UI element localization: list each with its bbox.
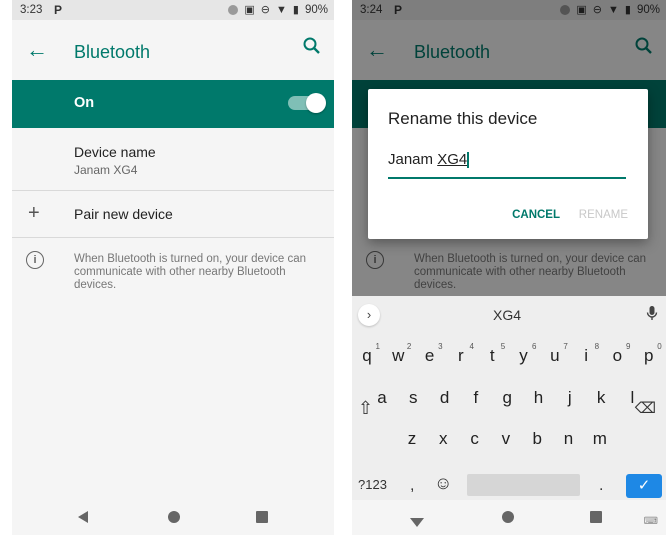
keyboard-switch-icon[interactable]: ⌨ [644,516,658,527]
battery-icon: ▮ [292,4,299,16]
mic-icon[interactable] [646,305,658,324]
nav-hide-keyboard-icon[interactable] [410,518,424,527]
wifi-icon: ▼ [276,3,287,16]
device-name-item[interactable]: Device name Janam XG4 [12,128,334,190]
chevron-right-icon[interactable]: › [358,304,380,326]
app-bar: ← Bluetooth [12,20,334,80]
search-icon[interactable] [302,36,322,61]
key-d[interactable]: d [430,388,460,408]
status-time: 3:23 [20,4,43,16]
key-m[interactable]: m [585,429,615,449]
info-item: i When Bluetooth is turned on, your devi… [12,238,334,298]
device-name-input[interactable]: Janam XG4 [388,151,626,179]
left-screen: 3:23 P ▣ ⊖ ▼ ▮ 90% ← Bluetooth On Device… [12,0,334,535]
enter-check-icon[interactable]: ✓ [626,474,662,498]
key-q[interactable]: q1 [352,342,382,366]
key-y[interactable]: y6 [509,342,539,366]
vibrate-icon: ▣ [244,4,255,16]
key-e[interactable]: e3 [415,342,445,366]
dnd-icon: ⊖ [260,4,271,16]
cancel-button[interactable]: CANCEL [512,209,560,221]
back-arrow-icon[interactable]: ← [26,37,48,63]
key-hint: 8 [594,342,600,351]
toggle-knob [306,93,326,113]
key-hint: 5 [500,342,506,351]
suggestion-strip: › XG4 [352,296,666,336]
text-caret [467,152,469,169]
input-text-prefix: Janam [388,151,438,168]
info-icon: i [26,251,44,269]
key-w[interactable]: w2 [383,342,413,366]
key-k[interactable]: k [586,388,616,408]
bluetooth-on-label: On [74,95,95,111]
nav-back-icon[interactable] [78,511,88,523]
key-r[interactable]: r4 [446,342,476,366]
nav-bar [12,500,334,535]
comma-key[interactable]: , [410,477,414,495]
key-o[interactable]: o9 [602,342,632,366]
device-name-value: Janam XG4 [74,163,138,177]
backspace-icon[interactable]: ⌫ [635,399,656,417]
battery-percent: 90% [304,3,328,16]
bluetooth-on-row[interactable]: On [12,80,334,128]
key-h[interactable]: h [524,388,554,408]
key-b[interactable]: b [522,429,552,449]
key-z[interactable]: z [397,429,427,449]
key-t[interactable]: t5 [477,342,507,366]
key-hint: 6 [532,342,537,351]
pair-new-device-label: Pair new device [74,206,173,222]
key-hint: 0 [657,342,662,351]
key-n[interactable]: n [554,429,584,449]
emoji-icon[interactable]: ☺ [434,473,452,494]
input-text-underlined: XG4 [437,151,468,168]
nav-recents-icon[interactable] [590,511,602,523]
rename-dialog: Rename this device Janam XG4 CANCEL RENA… [368,89,648,239]
nav-home-icon[interactable] [502,511,514,523]
keyboard: › XG4 q1w2e3r4t5y6u7i8o9p0 asdfghjkl zxc… [352,296,666,500]
suggestion-word[interactable]: XG4 [493,307,521,323]
key-p[interactable]: p0 [634,342,664,366]
symbols-key[interactable]: ?123 [358,477,387,492]
key-f[interactable]: f [461,388,491,408]
key-s[interactable]: s [398,388,428,408]
status-bar: 3:23 P ▣ ⊖ ▼ ▮ 90% [12,0,334,20]
key-c[interactable]: c [460,429,490,449]
key-g[interactable]: g [492,388,522,408]
key-hint: 4 [469,342,474,351]
key-hint: 3 [438,342,443,351]
page-title: Bluetooth [74,42,151,62]
right-screen: 3:24 P ▣ ⊖ ▼ ▮ 90% ← Bluetooth i When Bl… [352,0,666,535]
key-hint: 2 [406,342,412,351]
bluetooth-toggle[interactable] [288,93,326,113]
notification-dot-icon [228,4,239,15]
plus-icon: + [28,202,40,224]
key-hint: 1 [375,342,380,351]
info-text: When Bluetooth is turned on, your device… [74,253,307,291]
nav-home-icon[interactable] [168,511,180,523]
nav-recents-icon[interactable] [256,511,268,523]
pair-new-device-item[interactable]: + Pair new device [12,191,334,237]
key-j[interactable]: j [555,388,585,408]
nav-bar: ⌨ [352,500,666,535]
space-key[interactable] [467,474,580,496]
period-key[interactable]: . [599,477,603,495]
rename-button[interactable]: RENAME [579,209,628,221]
device-name-label: Device name [74,144,156,160]
status-icons: ▣ ⊖ ▼ ▮ 90% [228,3,328,16]
key-hint: 9 [625,342,631,351]
key-u[interactable]: u7 [540,342,570,366]
key-x[interactable]: x [428,429,458,449]
dialog-title: Rename this device [388,109,538,128]
key-v[interactable]: v [491,429,521,449]
key-i[interactable]: i8 [571,342,601,366]
key-hint: 7 [563,342,568,351]
shift-icon[interactable]: ⇧ [358,398,373,419]
parking-notification-icon: P [54,3,63,17]
